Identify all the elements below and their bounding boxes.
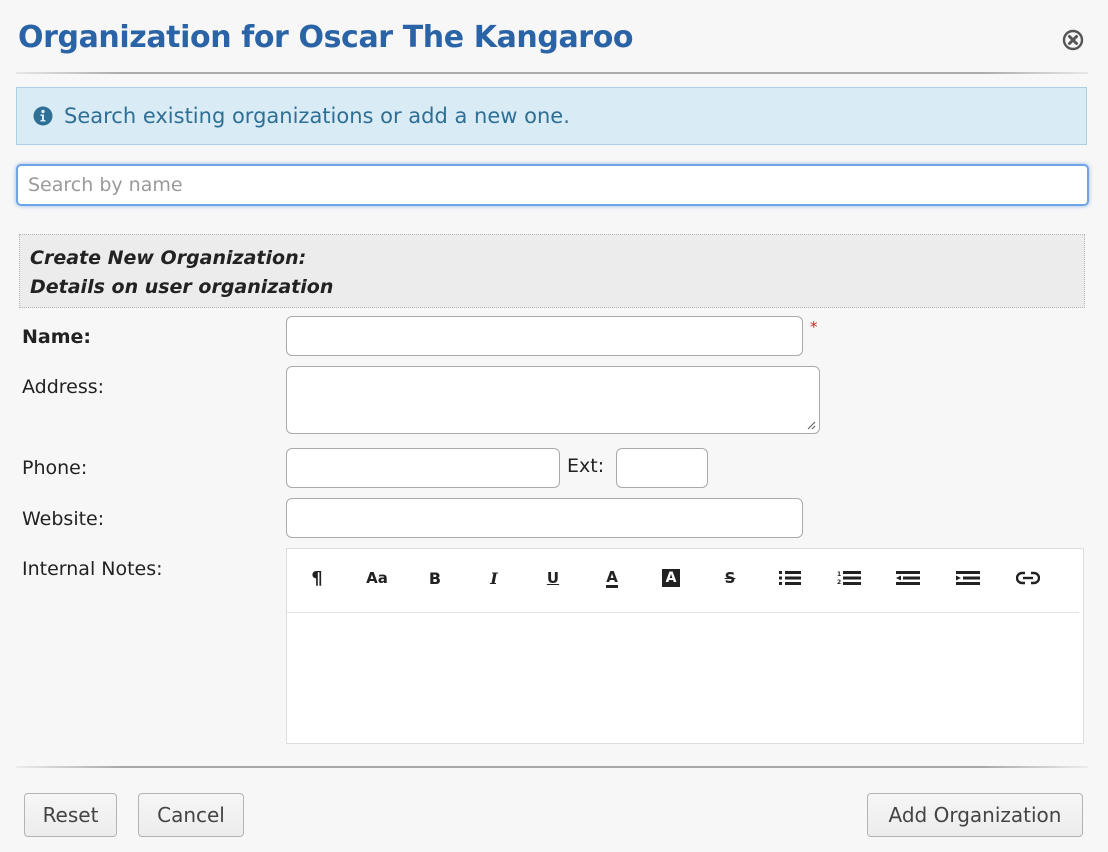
cancel-button[interactable]: Cancel xyxy=(138,793,244,837)
address-textarea[interactable] xyxy=(286,366,820,434)
underline-icon[interactable]: U xyxy=(538,565,568,591)
address-label: Address: xyxy=(22,376,105,398)
svg-text:2: 2 xyxy=(837,579,841,586)
create-organization-header: Create New Organization: Details on user… xyxy=(19,234,1085,308)
editor-toolbar: ¶ Aa B I U A A S 1 2 xyxy=(287,549,1079,613)
dialog-title: Organization for Oscar The Kangaroo xyxy=(18,20,634,55)
add-organization-button[interactable]: Add Organization xyxy=(867,793,1083,837)
website-input[interactable] xyxy=(286,498,803,538)
search-input[interactable] xyxy=(16,164,1089,206)
highlight-icon[interactable]: A xyxy=(656,565,686,591)
font-size-icon[interactable]: Aa xyxy=(362,565,392,591)
link-icon[interactable] xyxy=(1013,565,1043,591)
ext-label: Ext: xyxy=(567,455,605,477)
phone-input[interactable] xyxy=(286,448,560,488)
font-color-icon[interactable]: A xyxy=(597,565,627,591)
svg-text:1: 1 xyxy=(837,571,841,578)
bulleted-list-icon[interactable] xyxy=(775,565,805,591)
outdent-icon[interactable] xyxy=(893,565,923,591)
name-label: Name: xyxy=(22,326,92,348)
close-icon[interactable] xyxy=(1062,29,1084,51)
info-circle-icon xyxy=(33,106,53,126)
italic-icon[interactable]: I xyxy=(479,565,509,591)
resize-grip-icon[interactable] xyxy=(806,420,816,430)
header-divider xyxy=(16,72,1088,74)
numbered-list-icon[interactable]: 1 2 xyxy=(834,565,864,591)
paragraph-icon[interactable]: ¶ xyxy=(302,565,332,591)
name-input[interactable] xyxy=(286,316,803,356)
notes-editor: ¶ Aa B I U A A S 1 2 xyxy=(286,548,1084,744)
reset-button[interactable]: Reset xyxy=(24,793,117,837)
strikethrough-icon[interactable]: S xyxy=(715,565,745,591)
notes-editor-area[interactable] xyxy=(287,613,1083,743)
ext-input[interactable] xyxy=(616,448,708,488)
footer-divider xyxy=(16,766,1088,768)
section-subtitle: Details on user organization xyxy=(30,276,334,298)
info-banner: Search existing organizations or add a n… xyxy=(16,87,1087,145)
website-label: Website: xyxy=(22,508,105,530)
indent-icon[interactable] xyxy=(953,565,983,591)
phone-label: Phone: xyxy=(22,457,88,479)
info-text: Search existing organizations or add a n… xyxy=(64,104,570,128)
bold-icon[interactable]: B xyxy=(420,565,450,591)
required-marker: * xyxy=(810,318,818,336)
section-title: Create New Organization: xyxy=(30,247,307,269)
internal-notes-label: Internal Notes: xyxy=(22,558,163,580)
